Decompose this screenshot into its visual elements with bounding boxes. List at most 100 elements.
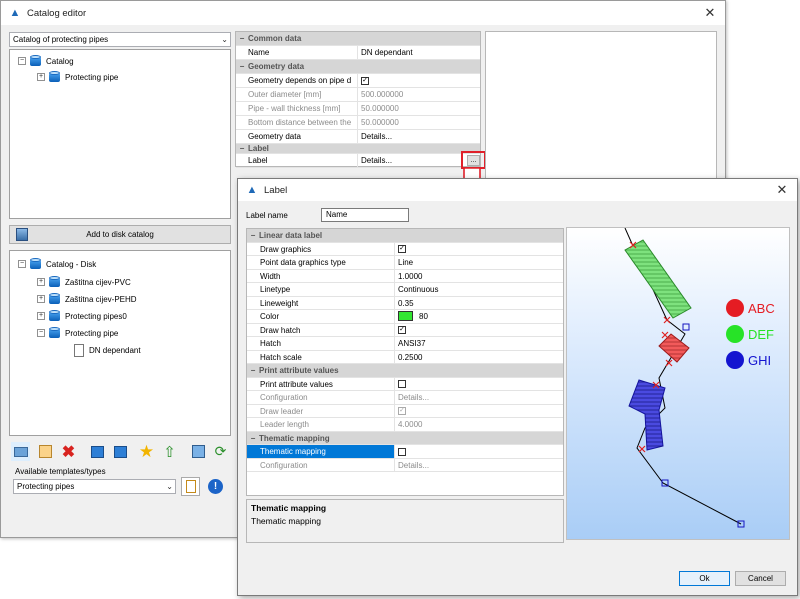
copy-icon[interactable] xyxy=(36,442,55,461)
row-thematic-configuration[interactable]: Configuration Details... xyxy=(247,458,563,472)
draw-graphics-checkbox[interactable]: ✓ xyxy=(398,245,406,254)
row-lineweight[interactable]: Lineweight 0.35 xyxy=(247,296,563,310)
collapse-icon[interactable]: − xyxy=(18,260,26,268)
draw-hatch-checkbox[interactable]: ✓ xyxy=(398,326,406,335)
property-row-geometry-depends[interactable]: Geometry depends on pipe d ✓ xyxy=(236,74,480,88)
collapse-icon[interactable]: − xyxy=(236,60,248,73)
label-name-input[interactable]: Name xyxy=(321,208,409,222)
expand-icon[interactable]: + xyxy=(37,295,45,303)
collapse-icon[interactable]: − xyxy=(247,364,259,377)
tree-item-zastitna-pehd[interactable]: + Zaštitna cijev-PEHD xyxy=(37,292,137,306)
delete-icon[interactable]: ✖ xyxy=(59,442,78,461)
tree-item-zastitna-pvc[interactable]: + Zaštitna cijev-PVC xyxy=(37,275,131,289)
collapse-icon[interactable]: − xyxy=(247,229,259,242)
catalog-select[interactable]: Catalog of protecting pipes ⌄ xyxy=(9,32,231,47)
collapse-icon[interactable]: − xyxy=(37,329,45,337)
category-geometry-data[interactable]: − Geometry data xyxy=(236,60,480,74)
pipe-icon xyxy=(48,293,61,305)
category-label[interactable]: − Label xyxy=(236,144,480,154)
row-width[interactable]: Width 1.0000 xyxy=(247,269,563,283)
templates-select[interactable]: Protecting pipes ⌄ xyxy=(13,479,176,494)
row-print-configuration[interactable]: Configuration Details... xyxy=(247,391,563,405)
label-details-link[interactable]: Details... xyxy=(358,154,392,167)
cancel-button[interactable]: Cancel xyxy=(735,571,786,586)
row-linetype[interactable]: Linetype Continuous xyxy=(247,283,563,297)
draw-leader-checkbox[interactable]: ✓ xyxy=(398,407,406,416)
print-values-checkbox[interactable] xyxy=(398,380,406,389)
pipe-icon xyxy=(48,71,61,83)
collapse-icon[interactable]: − xyxy=(236,32,248,45)
export-icon[interactable] xyxy=(88,442,107,461)
preview-panel xyxy=(485,31,717,179)
category-linear-data-label[interactable]: − Linear data label xyxy=(247,229,563,243)
description-box: Thematic mapping Thematic mapping xyxy=(246,499,564,543)
property-row-geometry-data[interactable]: Geometry data Details... xyxy=(236,130,480,144)
green-hatched-segment xyxy=(624,239,692,319)
add-to-disk-catalog-button[interactable]: Add to disk catalog xyxy=(9,225,231,244)
window-title: Catalog editor xyxy=(27,7,87,19)
blue-hatched-segment xyxy=(628,379,666,451)
ok-button[interactable]: Ok xyxy=(679,571,730,586)
thematic-legend: ABC DEF GHI xyxy=(726,299,775,369)
row-hatch-scale[interactable]: Hatch scale 0.2500 xyxy=(247,350,563,364)
refresh-icon[interactable]: ⟳ xyxy=(211,442,230,461)
label-ellipsis-button[interactable]: ... xyxy=(467,155,480,166)
import-icon[interactable] xyxy=(111,442,130,461)
tree-item-protecting-pipe[interactable]: + Protecting pipe xyxy=(37,70,118,84)
row-draw-graphics[interactable]: Draw graphics ✓ xyxy=(247,242,563,256)
dialog-title: Label xyxy=(264,184,288,196)
row-thematic-mapping[interactable]: Thematic mapping xyxy=(247,445,563,459)
property-row-name[interactable]: Name DN dependant xyxy=(236,46,480,60)
category-common-data[interactable]: − Common data xyxy=(236,32,480,46)
move-up-icon[interactable]: ⇧ xyxy=(160,442,179,461)
legend-label-def: DEF xyxy=(748,327,774,342)
row-color[interactable]: Color 80 xyxy=(247,310,563,324)
category-print-attribute-values[interactable]: − Print attribute values xyxy=(247,364,563,378)
title-bar: ▲ Catalog editor ✕ xyxy=(1,1,725,25)
row-point-type[interactable]: Point data graphics type Line xyxy=(247,256,563,270)
property-row-outer-diameter[interactable]: Outer diameter [mm] 500.000000 xyxy=(236,88,480,102)
property-row-label[interactable]: Label Details... xyxy=(236,154,480,168)
collapse-icon[interactable]: − xyxy=(18,57,26,65)
row-draw-leader[interactable]: Draw leader ✓ xyxy=(247,404,563,418)
row-print-attribute-values[interactable]: Print attribute values xyxy=(247,377,563,391)
description-text: Thematic mapping xyxy=(251,516,321,526)
star-icon[interactable]: ★ xyxy=(137,442,156,461)
property-row-bottom-distance[interactable]: Bottom distance between the 50.000000 xyxy=(236,116,480,130)
legend-swatch-ghi xyxy=(726,351,744,369)
category-thematic-mapping[interactable]: − Thematic mapping xyxy=(247,431,563,445)
legend-swatch-def xyxy=(726,325,744,343)
tree-item-catalog-disk[interactable]: − Catalog - Disk xyxy=(18,257,96,271)
close-icon[interactable]: ✕ xyxy=(701,4,719,22)
pipe-icon xyxy=(48,327,61,339)
collapse-icon[interactable]: − xyxy=(247,432,259,445)
color-swatch[interactable] xyxy=(398,311,413,322)
save-icon[interactable] xyxy=(189,442,208,461)
row-leader-length[interactable]: Leader length 4.0000 xyxy=(247,418,563,432)
close-icon[interactable]: ✕ xyxy=(773,181,791,199)
tree-item-catalog[interactable]: − Catalog xyxy=(18,54,74,68)
tree-item-protecting-pipe-disk[interactable]: − Protecting pipe xyxy=(37,326,118,340)
geometry-depends-checkbox[interactable]: ✓ xyxy=(361,76,369,85)
collapse-icon[interactable]: − xyxy=(236,144,248,153)
thematic-mapping-checkbox[interactable] xyxy=(398,447,406,456)
expand-icon[interactable]: + xyxy=(37,278,45,286)
description-title: Thematic mapping xyxy=(251,503,327,513)
name-value[interactable]: DN dependant xyxy=(358,46,413,59)
tree-item-protecting-pipes0[interactable]: + Protecting pipes0 xyxy=(37,309,127,323)
catalog-icon xyxy=(29,55,42,67)
property-row-wall-thickness[interactable]: Pipe - wall thickness [mm] 50.000000 xyxy=(236,102,480,116)
properties-grid: − Common data Name DN dependant − Geomet… xyxy=(235,31,481,168)
expand-icon[interactable]: + xyxy=(37,73,45,81)
legend-label-abc: ABC xyxy=(748,301,775,316)
geometry-details-link[interactable]: Details... xyxy=(358,130,392,143)
row-hatch[interactable]: Hatch ANSI37 xyxy=(247,337,563,351)
expand-icon[interactable]: + xyxy=(37,312,45,320)
open-folder-icon[interactable] xyxy=(11,442,30,461)
row-draw-hatch[interactable]: Draw hatch ✓ xyxy=(247,323,563,337)
document-icon xyxy=(74,343,84,357)
tree-item-dn-dependant[interactable]: DN dependant xyxy=(74,343,141,357)
pipe-icon xyxy=(48,310,61,322)
info-icon[interactable]: ! xyxy=(206,477,225,496)
new-template-icon[interactable] xyxy=(181,477,200,496)
